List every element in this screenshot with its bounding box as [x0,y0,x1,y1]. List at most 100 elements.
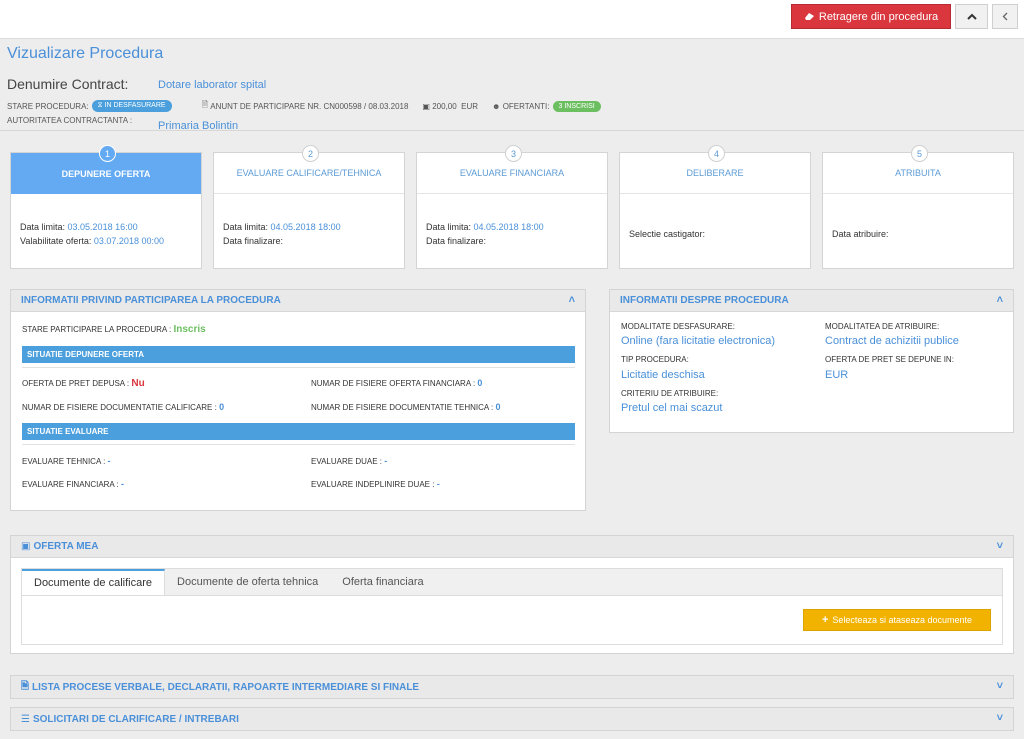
procedure-info-header[interactable]: INFORMATII DESPRE PROCEDURA ˄ [610,290,1013,312]
qual-files-value: 0 [219,402,225,412]
fin-files-label: NUMAR DE FISIERE OFERTA FINANCIARA : [311,379,476,388]
offer-label: OFERTA DE PRET DEPUSA : [22,379,130,388]
step-number: 5 [911,145,928,162]
criteria-value: Pretul cel mai scazut [621,402,723,414]
eval-duae-label: EVALUARE DUAE : [311,457,382,466]
currency-value: EUR [461,101,479,111]
eval-tech-label: EVALUARE TEHNICA : [22,457,106,466]
mode-value: Online (fara licitatie electronica) [621,335,776,347]
tab-documente-tehnica[interactable]: Documente de oferta tehnica [165,569,330,595]
plus-icon: + [821,614,829,626]
procedure-info-panel: INFORMATII DESPRE PROCEDURA ˄ MODALITATE… [609,289,1014,433]
authority-label: AUTORITATEA CONTRACTANTA : [7,116,133,125]
step-depunere-oferta[interactable]: 1 DEPUNERE OFERTA Data limita: 03.05.201… [10,145,202,269]
collapse-up-button[interactable] [955,4,988,29]
participation-panel: INFORMATII PRIVIND PARTICIPAREA LA PROCE… [10,289,586,511]
users-icon: ☻ [492,101,501,111]
mode-label: MODALITATE DESFASURARE: [621,322,735,331]
step-number: 3 [505,145,522,162]
status-label: STARE PROCEDURA: [7,101,89,111]
chevron-down-icon[interactable]: ˅ [997,540,1003,552]
eraser-icon [804,13,814,20]
chevron-up-icon[interactable]: ˄ [997,294,1003,306]
contract-value: Dotare laborator spital [158,79,267,91]
procedure-header: Vizualizare Procedura Denumire Contract:… [0,39,1024,132]
amount-value: 200,00 [432,101,457,111]
evaluation-section-bar: SITUATIE EVALUARE [22,423,575,440]
step-line-label: Data limita: [223,222,269,232]
status-badge: ⧖ IN DESFASURARE [91,100,172,112]
step-evaluare-calificare[interactable]: 2 EVALUARE CALIFICARE/TEHNICA Data limit… [213,145,405,269]
fin-files-value: 0 [477,378,483,388]
step-line-label: Data finalizare: [223,236,284,246]
eval-fin-label: EVALUARE FINANCIARA : [22,480,119,489]
list-icon: ☰ [21,713,30,725]
attach-documents-button[interactable]: + Selecteaza si ataseaza documente [803,609,991,631]
tech-files-label: NUMAR DE FISIERE DOCUMENTATIE TEHNICA : [311,403,494,412]
document-icon: 🗎 [201,100,209,109]
procedure-info-title: INFORMATII DESPRE PROCEDURA [620,295,789,306]
eval-duae-compl-label: EVALUARE INDEPLINIRE DUAE : [311,480,435,489]
money-icon: ▣ [422,101,430,111]
money-icon: ▣ [21,541,31,552]
back-button[interactable] [992,4,1018,29]
step-evaluare-financiara[interactable]: 3 EVALUARE FINANCIARA Data limita: 04.05… [416,145,608,269]
my-offer-title: OFERTA MEA [33,541,99,552]
step-atribuita[interactable]: 5 ATRIBUITA Data atribuire: [822,145,1014,269]
currency-value: EUR [825,369,849,381]
step-line-value: 04.05.2018 18:00 [473,222,544,232]
submission-section-bar: SITUATIE DEPUNERE OFERTA [22,346,575,363]
reports-header[interactable]: 🗎 LISTA PROCESE VERBALE, DECLARATII, RAP… [11,676,1013,698]
reports-panel[interactable]: 🗎 LISTA PROCESE VERBALE, DECLARATII, RAP… [10,675,1014,699]
step-deliberare[interactable]: 4 DELIBERARE Selectie castigator: [619,145,811,269]
tab-documente-calificare[interactable]: Documente de calificare [22,569,166,595]
step-line-label: Valabilitate oferta: [20,236,92,246]
step-number: 2 [302,145,319,162]
step-line-label: Data atribuire: [832,229,889,239]
participation-panel-header[interactable]: INFORMATII PRIVIND PARTICIPAREA LA PROCE… [11,290,585,312]
step-line-value: 04.05.2018 18:00 [270,222,341,232]
eval-tech-value: - [107,456,111,466]
chevron-up-icon[interactable]: ˄ [569,294,575,306]
criteria-label: CRITERIU DE ATRIBUIRE: [621,389,719,398]
offer-tabs: Documente de calificare Documente de ofe… [21,568,1003,596]
offer-value: Nu [131,378,145,389]
currency-label: OFERTA DE PRET SE DEPUNE IN: [825,355,954,364]
qual-files-label: NUMAR DE FISIERE DOCUMENTATIE CALIFICARE… [22,403,217,412]
withdraw-label: Retragere din procedura [818,10,939,23]
attach-documents-label: Selecteaza si ataseaza documente [832,615,973,625]
step-line-label: Data limita: [426,222,472,232]
step-line-value: 03.07.2018 00:00 [93,236,164,246]
eval-duae-value: - [384,456,388,466]
tab-oferta-financiara[interactable]: Oferta financiara [330,569,435,595]
step-line-label: Data limita: [20,222,66,232]
top-toolbar: Retragere din procedura [0,0,1024,39]
chevron-left-icon [1002,12,1008,21]
clarifications-panel[interactable]: ☰ SOLICITARI DE CLARIFICARE / INTREBARI … [10,707,1014,731]
type-label: TIP PROCEDURA: [621,355,689,364]
step-line-value: 03.05.2018 16:00 [67,222,138,232]
procedure-meta: STARE PROCEDURA: ⧖ IN DESFASURARE 🗎 ANUN… [7,99,601,113]
step-number: 4 [708,145,725,162]
withdraw-button[interactable]: Retragere din procedura [791,4,951,29]
tab-content: + Selecteaza si ataseaza documente [21,596,1003,645]
notice-label: ANUNT DE PARTICIPARE NR. CN000598 / 08.0… [210,101,409,111]
step-line-label: Selectie castigator: [629,229,706,239]
step-number: 1 [99,145,116,162]
chevron-down-icon[interactable]: ˅ [997,680,1003,692]
step-line-label: Data finalizare: [426,236,487,246]
contract-label: Denumire Contract: [7,76,129,92]
clarifications-header[interactable]: ☰ SOLICITARI DE CLARIFICARE / INTREBARI … [11,708,1013,730]
clarifications-title: SOLICITARI DE CLARIFICARE / INTREBARI [32,713,239,725]
authority-value[interactable]: Primaria Bolintin [158,120,238,132]
my-offer-header[interactable]: ▣ OFERTA MEA ˅ [11,536,1013,558]
reports-title: LISTA PROCESE VERBALE, DECLARATII, RAPOA… [32,681,420,693]
page-title: Vizualizare Procedura [7,45,164,62]
tech-files-value: 0 [495,402,501,412]
award-mode-value: Contract de achizitii publice [825,335,959,347]
award-mode-label: MODALITATEA DE ATRIBUIRE: [825,322,940,331]
chevron-down-icon[interactable]: ˅ [997,712,1003,724]
bidders-label: OFERTANTI: [502,101,550,111]
eval-fin-value: - [121,479,124,489]
chevron-up-icon [966,13,977,20]
